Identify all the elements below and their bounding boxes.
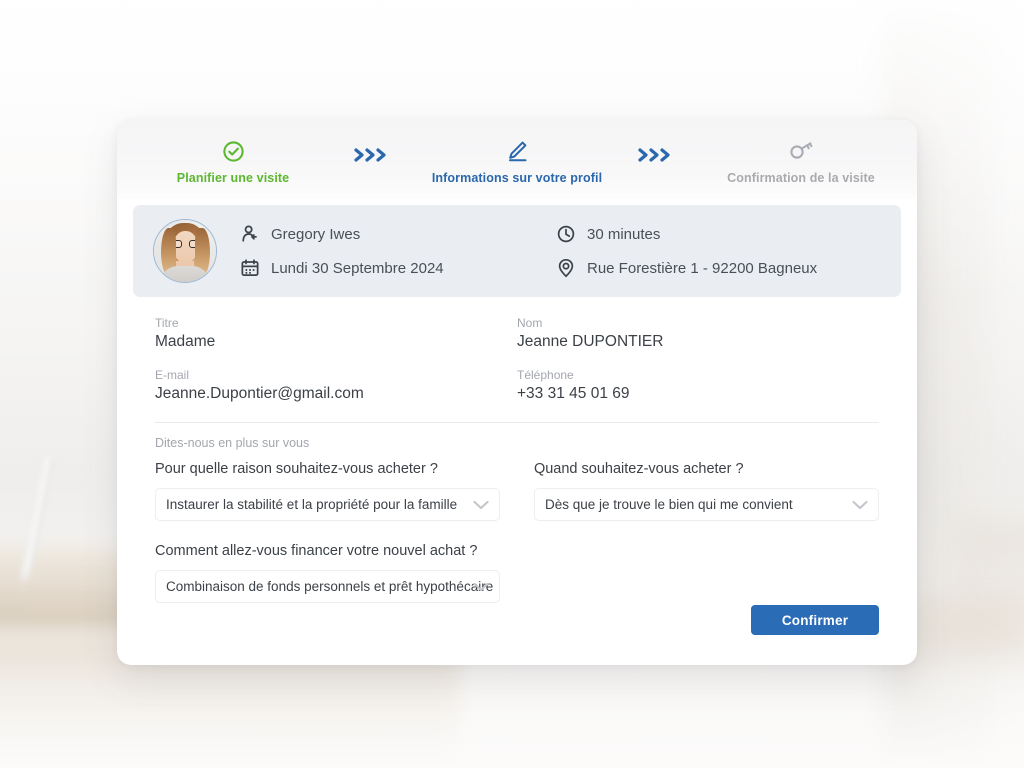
calendar-icon bbox=[239, 258, 260, 279]
question-1-select[interactable]: Instaurer la stabilité et la propriété p… bbox=[155, 488, 500, 521]
avatar bbox=[153, 219, 217, 283]
question-3-label: Comment allez-vous financer votre nouvel… bbox=[155, 543, 478, 559]
question-2-label: Quand souhaitez-vous acheter ? bbox=[533, 461, 744, 477]
field-label: Titre bbox=[155, 316, 179, 330]
avatar-photo bbox=[154, 220, 216, 282]
section-hint: Dites-nous en plus sur vous bbox=[155, 436, 310, 450]
visit-date: Lundi 30 Septembre 2024 bbox=[271, 259, 444, 277]
field-titre: Titre Madame bbox=[155, 316, 517, 351]
field-email: E-mail Jeanne.Dupontier@gmail.com bbox=[155, 368, 517, 403]
question-2-select[interactable]: Dès que je trouve le bien qui me convien… bbox=[533, 488, 879, 521]
location-pin-icon bbox=[555, 258, 576, 279]
agent-name: Gregory Iwes bbox=[271, 225, 361, 243]
banner-column-right: 30 minutes Rue Forestière 1 - 92200 Bagn… bbox=[555, 224, 817, 279]
contact-column-right: Nom Jeanne DUPONTIER Téléphone +33 31 45… bbox=[517, 316, 879, 420]
step-label: Confirmation de la visite bbox=[727, 171, 875, 185]
contact-details-grid: Titre Madame E-mail Jeanne.Dupontier@gma… bbox=[155, 316, 879, 420]
card-footer: Confirmer bbox=[751, 605, 879, 635]
chevron-down-icon bbox=[472, 499, 490, 511]
key-icon bbox=[701, 138, 901, 164]
field-value: Madame bbox=[155, 333, 216, 350]
user-arrow-icon bbox=[239, 224, 260, 245]
field-value: Jeanne DUPONTIER bbox=[517, 333, 664, 350]
step-confirmation-de-la-visite[interactable]: Confirmation de la visite bbox=[701, 120, 901, 185]
banner-column-left: Gregory Iwes Lundi 30 Septembre 2024 bbox=[239, 224, 555, 279]
step-planifier-une-visite[interactable]: Planifier une visite bbox=[133, 120, 333, 185]
visit-address: Rue Forestière 1 - 92200 Bagneux bbox=[587, 259, 818, 277]
questions-row-1: Pour quelle raison souhaitez-vous achete… bbox=[155, 461, 879, 521]
chevron-down-icon bbox=[472, 581, 490, 593]
duration-row: 30 minutes bbox=[555, 224, 817, 245]
clock-icon bbox=[555, 224, 576, 245]
question-3: Comment allez-vous financer votre nouvel… bbox=[155, 543, 535, 603]
step-informations-sur-votre-profil[interactable]: Informations sur votre profil bbox=[417, 120, 617, 185]
field-value: +33 31 45 01 69 bbox=[517, 385, 630, 402]
form-section: Titre Madame E-mail Jeanne.Dupontier@gma… bbox=[117, 316, 917, 603]
background-shadow-right bbox=[900, 596, 1024, 656]
field-nom: Nom Jeanne DUPONTIER bbox=[517, 316, 879, 351]
page-root: Planifier une visite Informations sur vo… bbox=[0, 0, 1024, 768]
date-row: Lundi 30 Septembre 2024 bbox=[239, 258, 555, 279]
chevron-down-icon bbox=[851, 499, 869, 511]
section-divider bbox=[155, 422, 879, 423]
questions-row-2: Comment allez-vous financer votre nouvel… bbox=[155, 543, 879, 603]
field-value: Jeanne.Dupontier@gmail.com bbox=[155, 385, 364, 402]
visit-duration: 30 minutes bbox=[587, 225, 661, 243]
background-bottom-fade bbox=[0, 660, 1024, 768]
pencil-icon bbox=[417, 138, 617, 164]
address-row: Rue Forestière 1 - 92200 Bagneux bbox=[555, 258, 817, 279]
triple-chevron-right-icon bbox=[623, 120, 695, 164]
confirm-button[interactable]: Confirmer bbox=[751, 605, 879, 635]
contact-column-left: Titre Madame E-mail Jeanne.Dupontier@gma… bbox=[155, 316, 517, 420]
question-1-label: Pour quelle raison souhaitez-vous achete… bbox=[155, 461, 438, 477]
question-1-selected-value: Instaurer la stabilité et la propriété p… bbox=[166, 497, 458, 512]
check-circle-icon bbox=[133, 138, 333, 164]
field-telephone: Téléphone +33 31 45 01 69 bbox=[517, 368, 879, 403]
visit-info-banner: Gregory Iwes Lundi 30 Septembre 2024 30 … bbox=[133, 205, 901, 297]
field-label: E-mail bbox=[155, 368, 190, 382]
agent-row: Gregory Iwes bbox=[239, 224, 555, 245]
question-2: Quand souhaitez-vous acheter ? Dès que j… bbox=[533, 461, 879, 521]
question-3-selected-value: Combinaison de fonds personnels et prêt … bbox=[166, 579, 494, 594]
triple-chevron-right-icon bbox=[339, 120, 411, 164]
booking-card: Planifier une visite Informations sur vo… bbox=[117, 120, 917, 665]
question-3-select[interactable]: Combinaison de fonds personnels et prêt … bbox=[155, 570, 500, 603]
stepper: Planifier une visite Informations sur vo… bbox=[117, 120, 917, 199]
step-label: Planifier une visite bbox=[176, 171, 290, 185]
question-2-selected-value: Dès que je trouve le bien qui me convien… bbox=[544, 497, 793, 512]
banner-columns: Gregory Iwes Lundi 30 Septembre 2024 30 … bbox=[239, 224, 881, 279]
field-label: Téléphone bbox=[517, 368, 574, 382]
field-label: Nom bbox=[517, 316, 543, 330]
question-1: Pour quelle raison souhaitez-vous achete… bbox=[155, 461, 534, 521]
step-label: Informations sur votre profil bbox=[431, 171, 603, 185]
